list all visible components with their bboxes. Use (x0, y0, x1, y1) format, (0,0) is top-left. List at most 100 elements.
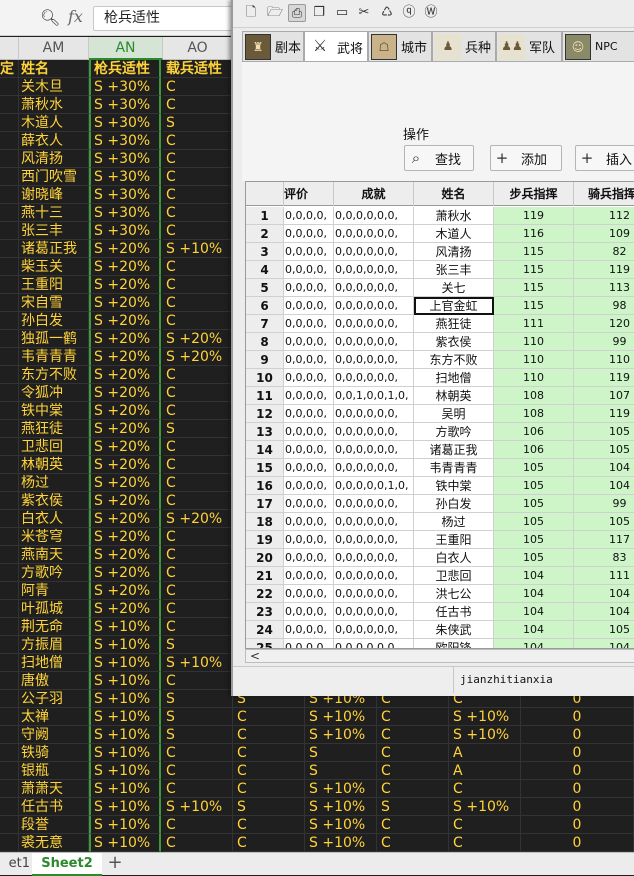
cell[interactable] (0, 150, 19, 168)
cell[interactable]: 诸葛正我 (19, 240, 89, 258)
new-file-icon[interactable]: 🗋︎ (242, 4, 260, 22)
cell[interactable]: 段誉 (19, 816, 89, 834)
cell[interactable] (0, 312, 19, 330)
cell[interactable]: S +20% (89, 258, 161, 276)
cell[interactable] (0, 654, 19, 672)
cell[interactable]: 卫悲回 (19, 438, 89, 456)
table-cell[interactable]: 0,0,0,0,0,0, (334, 639, 414, 648)
table-row[interactable]: 17 0,0,0,0, 0,0,0,0,0,0, 孙白发 105 99 (246, 495, 634, 513)
cell[interactable]: S +10% (449, 708, 521, 726)
table-cell[interactable]: 张三丰 (414, 261, 494, 279)
cell[interactable]: S +10% (305, 708, 377, 726)
table-cell[interactable]: 82 (574, 243, 634, 261)
cell[interactable]: 方歌吟 (19, 564, 89, 582)
cell[interactable]: C (163, 204, 233, 222)
cell[interactable]: S +10% (305, 816, 377, 834)
table-cell[interactable]: 0,0,0,0,0,0, (334, 369, 414, 387)
cell[interactable]: S +20% (89, 582, 161, 600)
cell[interactable]: S +30% (89, 78, 161, 96)
cell[interactable]: C (377, 834, 449, 852)
cell[interactable]: C (377, 708, 449, 726)
column-header-an[interactable]: AN (89, 37, 163, 60)
cell[interactable]: 任古书 (19, 798, 89, 816)
column-header-name[interactable]: 姓名 (414, 182, 494, 206)
cell[interactable] (0, 168, 19, 186)
row-number[interactable]: 20 (246, 549, 284, 567)
table-cell[interactable]: 0,0,0,0, (284, 585, 334, 603)
cell[interactable]: 谢晓峰 (19, 186, 89, 204)
table-row[interactable]: 5 0,0,0,0, 0,0,0,0,0,0, 关七 115 113 (246, 279, 634, 297)
cell[interactable]: 公子羽 (19, 690, 89, 708)
table-cell[interactable]: 杨过 (414, 513, 494, 531)
cell[interactable]: S +20% (89, 600, 161, 618)
table-cell[interactable]: 0,0,0,0,0,0, (334, 315, 414, 333)
cell[interactable] (0, 582, 19, 600)
row-number[interactable]: 24 (246, 621, 284, 639)
cell[interactable]: C (163, 186, 233, 204)
table-cell[interactable]: 萧秋水 (414, 207, 494, 225)
row-number[interactable]: 14 (246, 441, 284, 459)
cell[interactable]: C (163, 582, 233, 600)
cell[interactable]: 白衣人 (19, 510, 89, 528)
cell[interactable]: 萧秋水 (19, 96, 89, 114)
cell[interactable]: C (163, 564, 233, 582)
table-cell[interactable]: 83 (574, 549, 634, 567)
table-row[interactable]: 6 0,0,0,0, 0,0,0,0,0,0, 上官金虹 115 98 (246, 297, 634, 315)
cell[interactable]: 风清扬 (19, 150, 89, 168)
table-cell[interactable]: 99 (574, 333, 634, 351)
cell[interactable] (0, 546, 19, 564)
folder-icon[interactable]: ▭ (333, 4, 351, 22)
table-cell[interactable]: 孙白发 (414, 495, 494, 513)
cell[interactable]: S +10% (305, 780, 377, 798)
cell[interactable]: 燕十三 (19, 204, 89, 222)
cell[interactable] (0, 384, 19, 402)
open-folder-icon[interactable]: 🗁︎ (266, 4, 284, 22)
cell[interactable]: C (233, 780, 305, 798)
cell[interactable]: 0 (521, 834, 634, 852)
table-cell[interactable]: 105 (494, 477, 574, 495)
table-cell[interactable]: 紫衣侯 (414, 333, 494, 351)
cell[interactable]: C (449, 834, 521, 852)
cell[interactable]: 林朝英 (19, 456, 89, 474)
cell[interactable]: 紫衣侯 (19, 492, 89, 510)
table-cell[interactable]: 卫悲回 (414, 567, 494, 585)
table-cell[interactable]: 111 (574, 567, 634, 585)
cell[interactable] (0, 780, 19, 798)
table-cell[interactable]: 0,0,0,0,0,1,0, (334, 477, 414, 495)
table-row[interactable]: 7 0,0,0,0, 0,0,0,0,0,0, 燕狂徒 111 120 (246, 315, 634, 333)
table-cell[interactable]: 方歌吟 (414, 423, 494, 441)
cell[interactable]: S +10% (305, 726, 377, 744)
table-row[interactable]: 15 0,0,0,0, 0,0,0,0,0,0, 韦青青青 105 104 (246, 459, 634, 477)
cell[interactable]: S +20% (163, 510, 233, 528)
recycle-icon[interactable]: ♺ (378, 4, 396, 22)
row-number[interactable]: 6 (246, 297, 284, 315)
table-cell[interactable]: 116 (494, 225, 574, 243)
cell[interactable]: S (233, 798, 305, 816)
cell[interactable]: S +10% (163, 240, 233, 258)
cell[interactable]: C (163, 618, 233, 636)
cell[interactable]: C (163, 780, 233, 798)
table-cell[interactable]: 115 (494, 279, 574, 297)
cell[interactable] (0, 708, 19, 726)
table-cell[interactable]: 0,0,0,0, (284, 207, 334, 225)
cell[interactable]: 孙白发 (19, 312, 89, 330)
cell[interactable]: C (163, 276, 233, 294)
cell[interactable]: S +10% (89, 654, 161, 672)
add-button[interactable]: + 添加 (490, 145, 562, 171)
cell[interactable] (0, 816, 19, 834)
table-cell[interactable]: 104 (574, 639, 634, 648)
table-cell[interactable]: 0,0,0,0, (284, 459, 334, 477)
cell[interactable]: S +20% (89, 294, 161, 312)
table-cell[interactable]: 0,0,0,0, (284, 495, 334, 513)
row-number[interactable]: 23 (246, 603, 284, 621)
cell[interactable]: 叶孤城 (19, 600, 89, 618)
cell[interactable]: C (163, 384, 233, 402)
cell[interactable]: S +20% (163, 348, 233, 366)
cell[interactable] (0, 456, 19, 474)
cell[interactable]: C (233, 708, 305, 726)
table-cell[interactable]: 106 (494, 441, 574, 459)
cell[interactable] (0, 420, 19, 438)
table-cell[interactable]: 110 (574, 351, 634, 369)
fx-label[interactable]: fx (68, 7, 83, 26)
table-row[interactable]: 22 0,0,0,0, 0,0,0,0,0,0, 洪七公 104 104 (246, 585, 634, 603)
